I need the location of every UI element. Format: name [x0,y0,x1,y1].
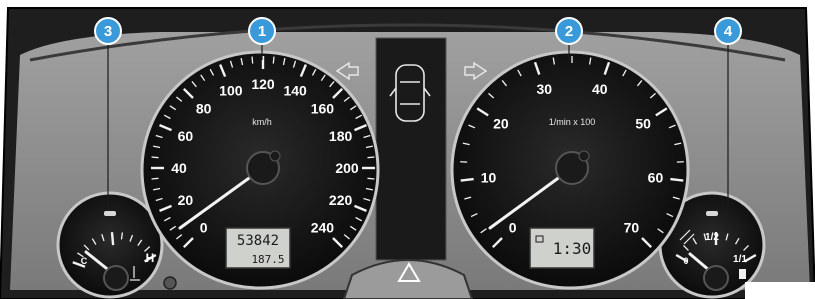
tachometer-scale-label: 10 [481,169,497,185]
temperature-gauge-tick [110,232,115,246]
fuel-warning-lamp [706,211,718,216]
speedometer-tick [251,56,254,64]
tachometer-scale-label: 0 [509,219,517,235]
speedometer-tick [367,177,375,180]
fuel-empty-mark: 0 [683,256,688,266]
speedometer-scale-label: 120 [251,76,275,92]
speedometer-scale-label: 220 [329,192,353,208]
speedometer-scale-label: 40 [171,160,187,176]
speedometer-scale-label: 0 [200,219,208,235]
tachometer-scale-label: 40 [592,81,608,97]
tachometer-tick [670,177,684,182]
speedometer-scale-label: 140 [283,82,307,98]
speedometer-scale-label: 80 [196,101,212,117]
tachometer-scale-label: 30 [536,81,552,97]
speedometer-tick [151,156,159,159]
speedometer-scale-label: 240 [311,219,335,235]
odometer-reading: 53842 [237,233,279,249]
speedometer-scale-label: 20 [178,192,194,208]
center-strip [375,37,447,261]
speedometer-scale-label: 200 [335,160,359,176]
speedometer-scale-label: 180 [329,128,353,144]
speedometer-scale-label: 100 [219,82,243,98]
callout-3-label: 3 [104,23,112,40]
tach-unit: 1/min x 100 [549,117,596,127]
trip-reset-button[interactable] [163,276,177,290]
speedometer-scale-label: 160 [311,101,335,117]
speedometer-tick [272,56,275,64]
tachometer-scale-label: 50 [635,115,651,131]
speedometer-tick [367,156,375,159]
fuel-full-mark: 1/1 [733,254,747,265]
instrument-cluster: 020406080100 120 140160180200220240 010203… [0,7,815,299]
tachometer-tick [460,177,474,182]
tachometer-scale-label: 70 [624,219,640,235]
fuel-pump-icon [739,269,746,279]
callout-2-label: 2 [565,23,573,40]
speed-unit: km/h [252,117,272,127]
fuel-half-mark: 1/2 [705,232,719,243]
temp-warning-lamp [104,211,116,216]
clock-reading: 1:30 [553,239,592,258]
tachometer-scale-label: 20 [493,115,509,131]
trip-reading: 187.5 [251,253,284,266]
temperature-high-mark: H [146,251,155,265]
callout-4-label: 4 [724,23,733,40]
speedometer-scale-label: 60 [178,128,194,144]
callout-1-label: 1 [258,23,266,40]
speedometer-tick [151,177,159,180]
temperature-low-mark: C [81,256,88,266]
corner-patch [745,282,815,299]
tachometer-scale-label: 60 [648,169,664,185]
